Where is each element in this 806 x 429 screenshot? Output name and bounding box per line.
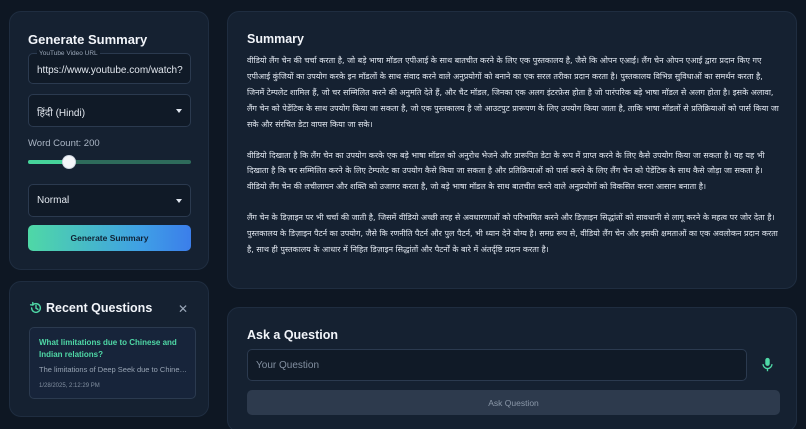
question-input[interactable]	[247, 349, 747, 381]
ask-question-button[interactable]: Ask Question	[247, 390, 780, 415]
summary-title: Summary	[247, 32, 304, 46]
word-count-label: Word Count: 200	[28, 138, 100, 149]
word-count-slider[interactable]	[28, 155, 191, 169]
close-icon[interactable]: ✕	[178, 302, 188, 316]
summary-paragraph: वीडियो दिखाता है कि लैंग चेन का उपयोग कर…	[247, 150, 765, 192]
microphone-icon[interactable]	[761, 357, 774, 373]
history-icon	[29, 301, 42, 314]
youtube-url-value[interactable]: https://www.youtube.com/watch?	[37, 65, 185, 76]
ask-question-panel: Ask a Question Ask Question	[227, 307, 797, 429]
recent-question-item[interactable]: What limitations due to Chinese and Indi…	[29, 327, 196, 399]
youtube-url-label: YouTube Video URL	[37, 50, 100, 57]
recent-question-date: 1/28/2025, 2:12:29 PM	[39, 383, 100, 389]
youtube-url-field[interactable]: YouTube Video URL https://www.youtube.co…	[28, 50, 191, 84]
summary-text: वीडियो लैंग चेन की चर्चा करता है, जो बड़…	[247, 53, 782, 273]
language-select[interactable]: हिंदी (Hindi)	[28, 94, 191, 127]
recent-answer-snippet: The limitations of Deep Seek due to Chin…	[39, 365, 189, 374]
generate-summary-title: Generate Summary	[28, 32, 148, 47]
chevron-down-icon	[176, 199, 182, 203]
word-count-slider-thumb[interactable]	[62, 155, 76, 169]
generate-summary-panel: Generate Summary YouTube Video URL https…	[9, 11, 209, 270]
language-select-value: हिंदी (Hindi)	[37, 108, 86, 119]
recent-questions-panel: Recent Questions ✕ What limitations due …	[9, 281, 209, 417]
summary-paragraph: लैंग चेन के डिज़ाइन पर भी चर्चा की जाती …	[247, 213, 778, 255]
summary-paragraph: वीडियो लैंग चेन की चर्चा करता है, जो बड़…	[247, 56, 779, 129]
summary-panel: Summary वीडियो लैंग चेन की चर्चा करता है…	[227, 11, 797, 289]
summary-style-select[interactable]: Normal	[28, 184, 191, 217]
ask-question-title: Ask a Question	[247, 328, 338, 342]
recent-question-text: What limitations due to Chinese and Indi…	[39, 338, 177, 359]
generate-summary-button[interactable]: Generate Summary	[28, 225, 191, 251]
summary-style-value: Normal	[37, 195, 70, 206]
chevron-down-icon	[176, 109, 182, 113]
recent-questions-title: Recent Questions	[46, 301, 153, 315]
